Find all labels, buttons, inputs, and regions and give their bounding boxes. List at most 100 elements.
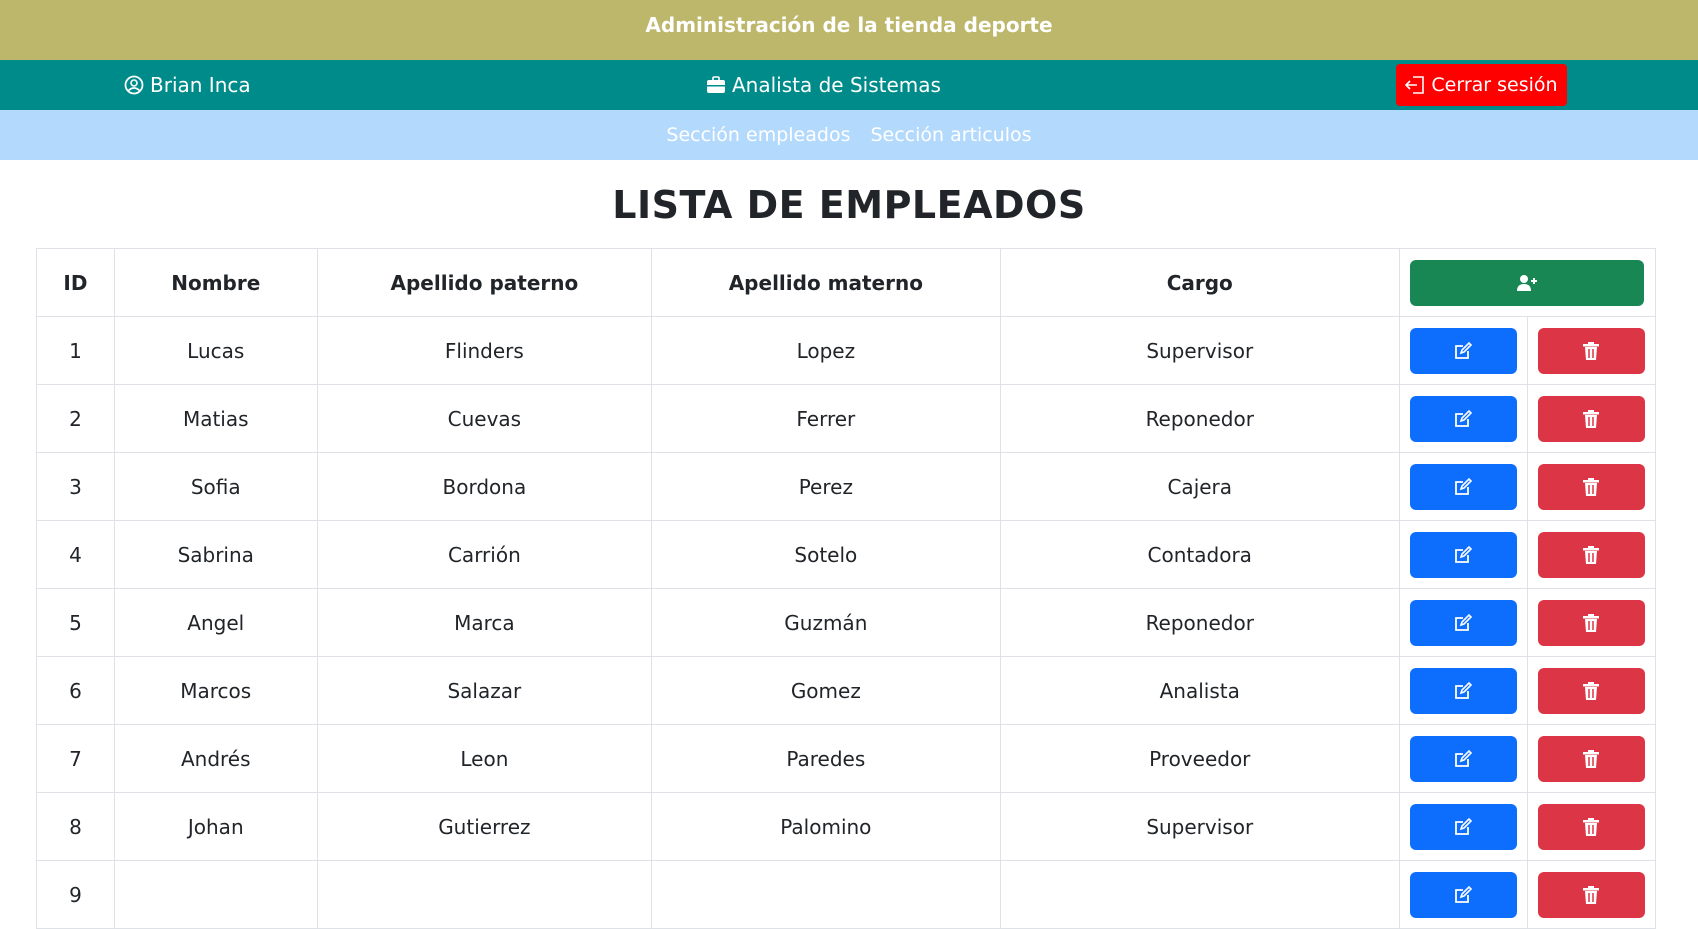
delete-cell <box>1526 792 1657 861</box>
edit-cell <box>1398 520 1528 589</box>
table-row: 9 <box>36 860 1657 929</box>
edit-button[interactable] <box>1409 327 1517 374</box>
edit-button[interactable] <box>1409 599 1517 646</box>
delete-cell <box>1526 384 1657 453</box>
table-row: 8 Johan Gutierrez Palomino Supervisor <box>36 792 1657 861</box>
delete-button[interactable] <box>1537 531 1645 578</box>
edit-icon <box>1453 409 1473 429</box>
logout-icon <box>1405 76 1425 94</box>
user-name: Brian Inca <box>150 73 251 97</box>
table-row: 1 Lucas Flinders Lopez Supervisor <box>36 316 1657 385</box>
table-cell: Flinders <box>316 316 653 385</box>
delete-cell <box>1526 520 1657 589</box>
column-header: Apellido paterno <box>316 248 653 317</box>
nav-item-empleados[interactable]: Sección empleados <box>666 124 850 146</box>
edit-cell <box>1398 656 1528 725</box>
table-cell: Guzmán <box>651 588 1001 657</box>
delete-cell <box>1526 316 1657 385</box>
edit-icon <box>1453 545 1473 565</box>
table-cell: Leon <box>316 724 653 793</box>
add-employee-button[interactable] <box>1410 259 1645 306</box>
delete-button[interactable] <box>1537 667 1645 714</box>
edit-cell <box>1398 452 1528 521</box>
edit-icon <box>1453 749 1473 769</box>
table-cell: Gomez <box>651 656 1001 725</box>
edit-button[interactable] <box>1409 463 1517 510</box>
table-row: 6 Marcos Salazar Gomez Analista <box>36 656 1657 725</box>
table-cell: Gutierrez <box>316 792 653 861</box>
edit-icon <box>1453 681 1473 701</box>
table-cell: Carrión <box>316 520 653 589</box>
table-cell: Bordona <box>316 452 653 521</box>
user-plus-icon <box>1516 274 1538 292</box>
logout-button[interactable]: Cerrar sesión <box>1396 64 1567 106</box>
trash-icon <box>1582 341 1600 361</box>
column-header: Cargo <box>999 248 1400 317</box>
table-cell: Cajera <box>999 452 1400 521</box>
trash-icon <box>1582 885 1600 905</box>
edit-button[interactable] <box>1409 735 1517 782</box>
trash-icon <box>1582 545 1600 565</box>
table-cell <box>999 860 1400 929</box>
table-cell: Ferrer <box>651 384 1001 453</box>
table-cell: Marca <box>316 588 653 657</box>
employees-table: ID Nombre Apellido paterno Apellido mate… <box>36 248 1657 929</box>
app-header: Administración de la tienda deporte <box>0 0 1698 60</box>
table-cell: 7 <box>36 724 115 793</box>
edit-button[interactable] <box>1409 531 1517 578</box>
logout-label: Cerrar sesión <box>1431 74 1558 96</box>
delete-button[interactable] <box>1537 327 1645 374</box>
edit-button[interactable] <box>1409 667 1517 714</box>
trash-icon <box>1582 477 1600 497</box>
table-cell: 8 <box>36 792 115 861</box>
table-cell: Marcos <box>113 656 318 725</box>
delete-cell <box>1526 724 1657 793</box>
page-title: LISTA DE EMPLEADOS <box>612 183 1086 227</box>
delete-cell <box>1526 656 1657 725</box>
table-cell: Sofia <box>113 452 318 521</box>
table-row: 5 Angel Marca Guzmán Reponedor <box>36 588 1657 657</box>
table-cell <box>113 860 318 929</box>
user-circle-icon <box>124 75 144 95</box>
table-cell: Cuevas <box>316 384 653 453</box>
role-label: Analista de Sistemas <box>732 73 941 97</box>
app-title: Administración de la tienda deporte <box>645 13 1053 37</box>
edit-icon <box>1453 341 1473 361</box>
table-cell: Proveedor <box>999 724 1400 793</box>
table-row: 3 Sofia Bordona Perez Cajera <box>36 452 1657 521</box>
table-cell: Contadora <box>999 520 1400 589</box>
table-cell: Andrés <box>113 724 318 793</box>
edit-cell <box>1398 860 1528 929</box>
delete-button[interactable] <box>1537 871 1645 918</box>
delete-cell <box>1526 860 1657 929</box>
edit-button[interactable] <box>1409 871 1517 918</box>
delete-button[interactable] <box>1537 599 1645 646</box>
table-cell: Reponedor <box>999 384 1400 453</box>
edit-cell <box>1398 588 1528 657</box>
column-header: Apellido materno <box>651 248 1001 317</box>
edit-button[interactable] <box>1409 803 1517 850</box>
table-cell: Sabrina <box>113 520 318 589</box>
edit-cell <box>1398 316 1528 385</box>
table-cell: Palomino <box>651 792 1001 861</box>
add-cell <box>1398 248 1657 317</box>
nav-item-articulos[interactable]: Sección articulos <box>870 124 1031 146</box>
table-row: 4 Sabrina Carrión Sotelo Contadora <box>36 520 1657 589</box>
edit-icon <box>1453 477 1473 497</box>
table-cell <box>316 860 653 929</box>
column-header: ID <box>36 248 115 317</box>
delete-button[interactable] <box>1537 395 1645 442</box>
delete-button[interactable] <box>1537 803 1645 850</box>
table-body: 1 Lucas Flinders Lopez Supervisor 2 Matias Cuev… <box>36 316 1657 929</box>
table-cell: 3 <box>36 452 115 521</box>
table-cell: Paredes <box>651 724 1001 793</box>
trash-icon <box>1582 409 1600 429</box>
delete-button[interactable] <box>1537 463 1645 510</box>
edit-cell <box>1398 792 1528 861</box>
delete-button[interactable] <box>1537 735 1645 782</box>
table-cell: 5 <box>36 588 115 657</box>
edit-button[interactable] <box>1409 395 1517 442</box>
table-cell: Matias <box>113 384 318 453</box>
table-cell: Lucas <box>113 316 318 385</box>
edit-icon <box>1453 613 1473 633</box>
